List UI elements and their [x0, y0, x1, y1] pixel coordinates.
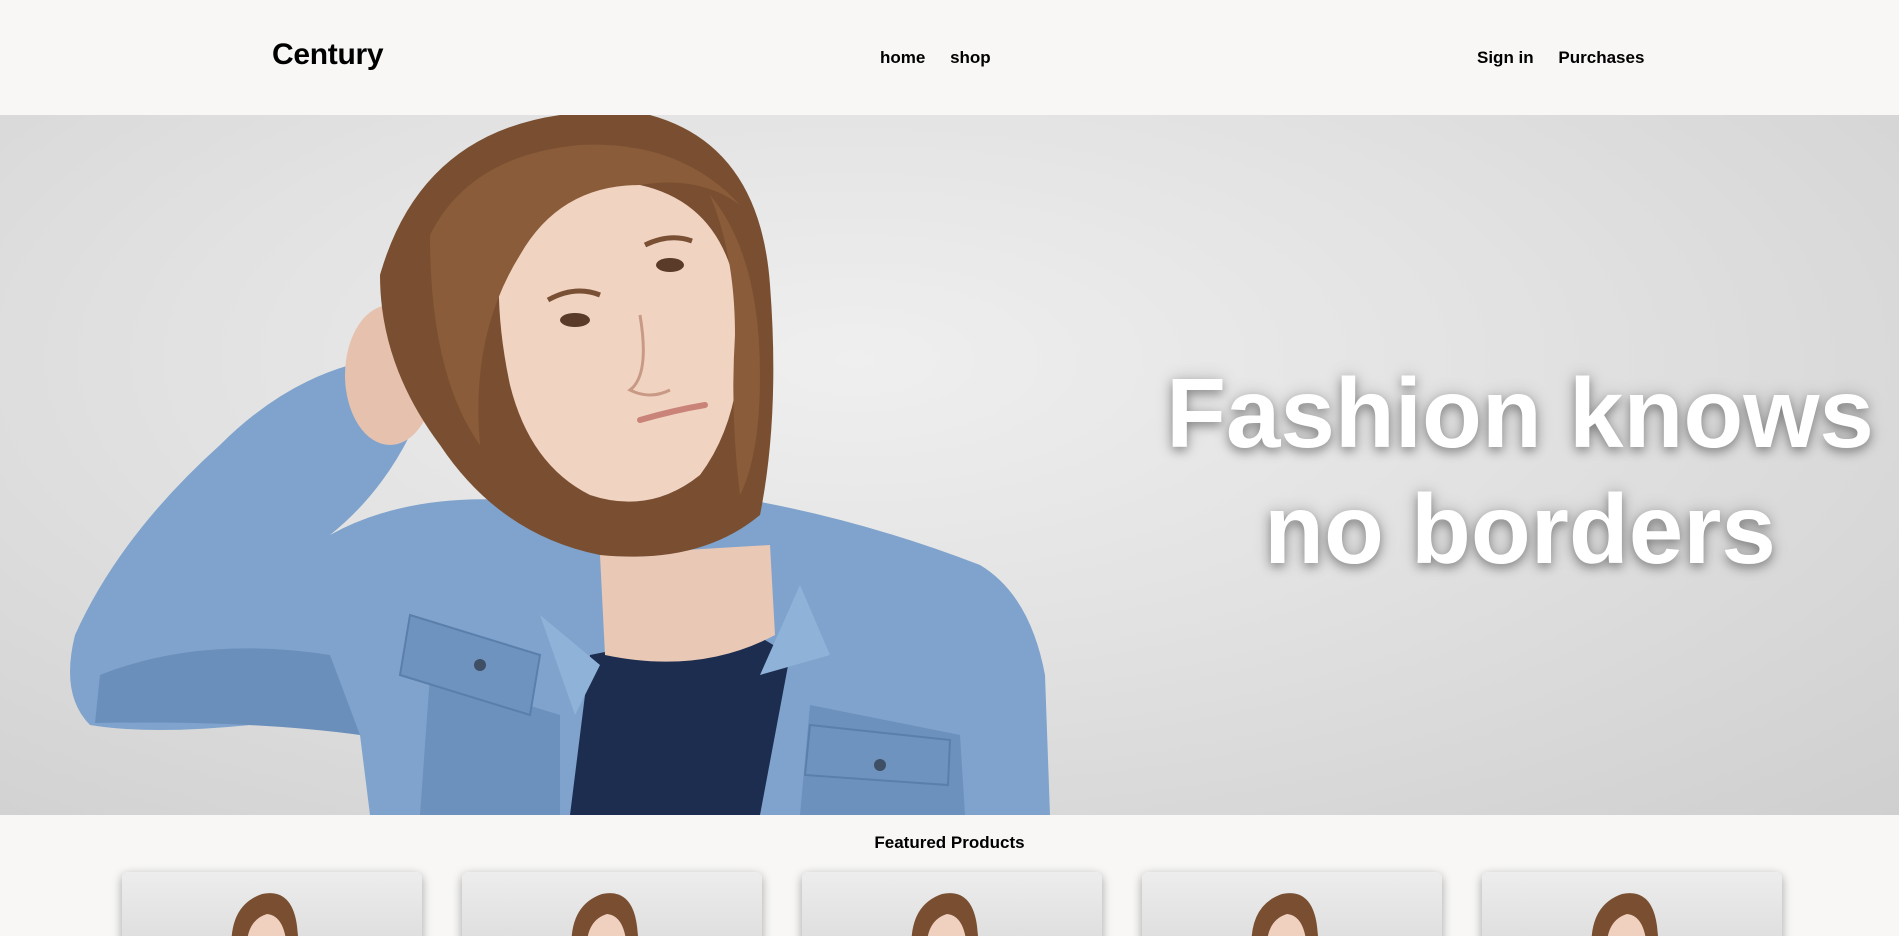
- product-model-photo: [571, 893, 638, 936]
- purchases-link[interactable]: Purchases: [1558, 48, 1644, 68]
- sign-in-link[interactable]: Sign in: [1477, 48, 1534, 68]
- product-model-photo: [231, 893, 298, 936]
- account-nav: Sign in Purchases: [1477, 48, 1664, 68]
- nav-home-link[interactable]: home: [880, 48, 925, 68]
- main-nav: home shop: [880, 48, 1011, 68]
- product-card[interactable]: [1482, 872, 1782, 936]
- hero-model-photo: [70, 115, 1050, 815]
- brand-logo[interactable]: Century: [272, 38, 384, 72]
- product-model-photo: [1591, 893, 1658, 936]
- hero-banner: Fashion knows no borders: [0, 115, 1899, 815]
- product-card[interactable]: [122, 872, 422, 936]
- featured-products-title: Featured Products: [874, 833, 1025, 852]
- product-model-photo: [911, 893, 978, 936]
- hero-headline: Fashion knows no borders: [1150, 355, 1890, 587]
- product-card[interactable]: [802, 872, 1102, 936]
- nav-shop-link[interactable]: shop: [950, 48, 991, 68]
- hero-headline-line-1: Fashion knows: [1166, 358, 1874, 468]
- product-card[interactable]: [1142, 872, 1442, 936]
- product-model-photo: [1251, 893, 1318, 936]
- top-navigation-bar: Century home shop Sign in Purchases: [0, 0, 1899, 115]
- product-card[interactable]: [462, 872, 762, 936]
- hero-headline-line-2: no borders: [1264, 474, 1776, 584]
